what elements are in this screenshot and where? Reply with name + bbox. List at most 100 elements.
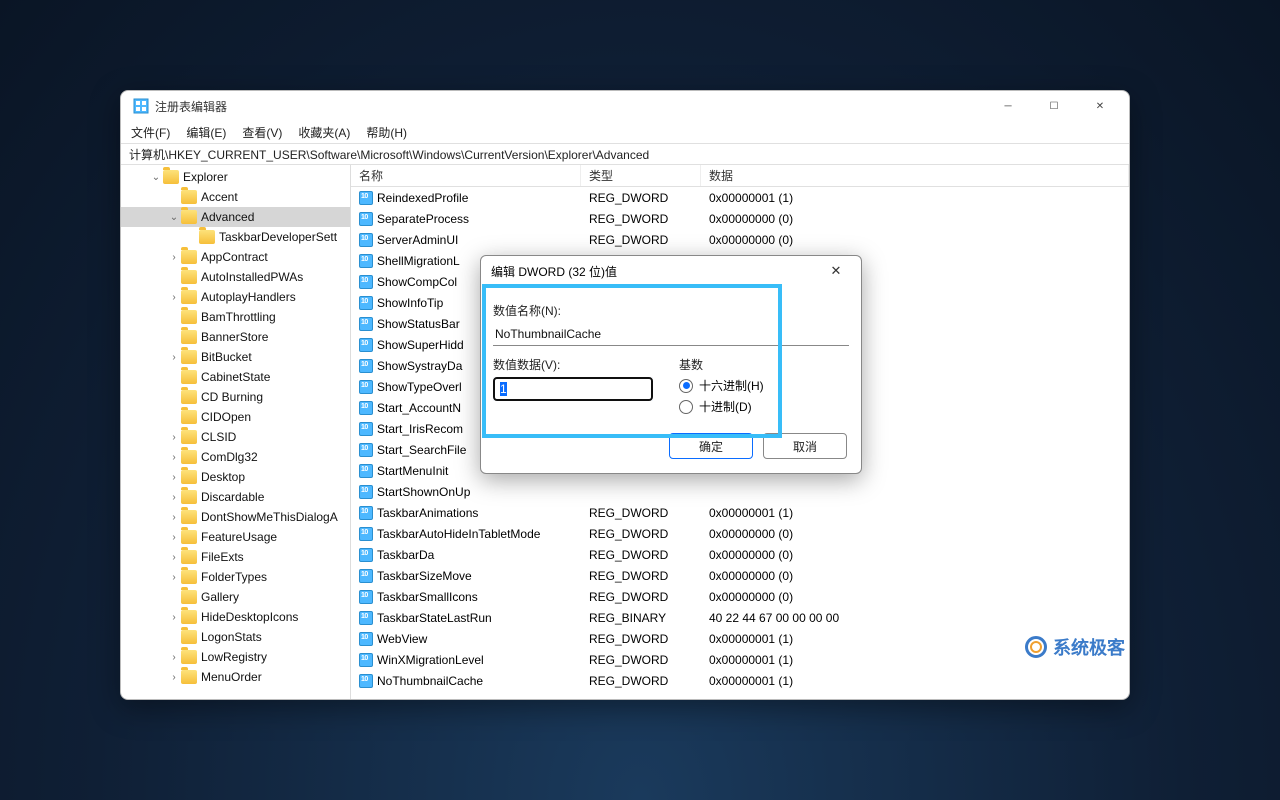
tree-item[interactable]: › LowRegistry	[121, 647, 350, 667]
chevron-icon[interactable]: ›	[167, 512, 181, 523]
value-row[interactable]: SeparateProcessREG_DWORD0x00000000 (0)	[351, 208, 1129, 229]
dialog-titlebar[interactable]: 编辑 DWORD (32 位)值 ✕	[481, 256, 861, 286]
value-name-cell: StartShownOnUp	[351, 485, 581, 499]
value-row[interactable]: ReindexedProfileREG_DWORD0x00000001 (1)	[351, 187, 1129, 208]
dword-icon	[359, 254, 373, 268]
value-row[interactable]: ServerAdminUIREG_DWORD0x00000000 (0)	[351, 229, 1129, 250]
value-row[interactable]: TaskbarAutoHideInTabletModeREG_DWORD0x00…	[351, 523, 1129, 544]
folder-icon	[181, 330, 197, 344]
dword-icon	[359, 611, 373, 625]
tree-item[interactable]: ›FileExts	[121, 547, 350, 567]
dialog-close-button[interactable]: ✕	[821, 256, 851, 286]
close-button[interactable]: ✕	[1077, 92, 1123, 120]
menu-edit[interactable]: 编辑(E)	[186, 124, 226, 141]
menu-help[interactable]: 帮助(H)	[366, 124, 407, 141]
value-row[interactable]: TaskbarDaREG_DWORD0x00000000 (0)	[351, 544, 1129, 565]
value-row[interactable]: TaskbarSmallIconsREG_DWORD0x00000000 (0)	[351, 586, 1129, 607]
value-data-field[interactable]	[493, 377, 653, 401]
tree-item[interactable]: ›AppContract	[121, 247, 350, 267]
tree-item[interactable]: ›Desktop	[121, 467, 350, 487]
chevron-icon[interactable]: ›	[167, 472, 181, 483]
chevron-icon[interactable]: ›	[167, 552, 181, 563]
tree-item[interactable]: Gallery	[121, 587, 350, 607]
tree-item[interactable]: ⌄Advanced	[121, 207, 350, 227]
tree-item-label: ComDlg32	[201, 450, 258, 464]
value-name-cell: WebView	[351, 632, 581, 646]
chevron-icon[interactable]: ›	[167, 492, 181, 503]
dword-icon	[359, 359, 373, 373]
value-row[interactable]: StartShownOnUp	[351, 481, 1129, 502]
tree-pane[interactable]: ⌄ExplorerAccent⌄AdvancedTaskbarDeveloper…	[121, 165, 351, 699]
tree-item-label: LowRegistry	[201, 650, 267, 664]
folder-icon	[181, 410, 197, 424]
chevron-icon[interactable]: ›	[167, 452, 181, 463]
tree-item[interactable]: ›BitBucket	[121, 347, 350, 367]
folder-icon	[181, 510, 197, 524]
value-row[interactable]: TaskbarStateLastRunREG_BINARY40 22 44 67…	[351, 607, 1129, 628]
tree-item[interactable]: Accent	[121, 187, 350, 207]
value-name-field[interactable]	[493, 323, 849, 346]
maximize-button[interactable]: ☐	[1031, 92, 1077, 120]
tree-item[interactable]: › ComDlg32	[121, 447, 350, 467]
chevron-icon[interactable]: ›	[167, 652, 181, 663]
tree-item[interactable]: BamThrottling	[121, 307, 350, 327]
value-row[interactable]: TaskbarSizeMoveREG_DWORD0x00000000 (0)	[351, 565, 1129, 586]
chevron-icon[interactable]: ›	[167, 432, 181, 443]
tree-item[interactable]: ›CLSID	[121, 427, 350, 447]
tree-item[interactable]: BannerStore	[121, 327, 350, 347]
chevron-icon[interactable]: ⌄	[167, 212, 181, 223]
radio-dec[interactable]: 十进制(D)	[679, 398, 764, 415]
chevron-icon[interactable]: ›	[167, 532, 181, 543]
col-name[interactable]: 名称	[351, 165, 581, 186]
value-name-cell: TaskbarStateLastRun	[351, 611, 581, 625]
chevron-icon[interactable]: ›	[167, 572, 181, 583]
cancel-button[interactable]: 取消	[763, 433, 847, 459]
chevron-icon[interactable]: ›	[167, 352, 181, 363]
chevron-icon[interactable]: ›	[167, 292, 181, 303]
tree-item-label: BamThrottling	[201, 310, 276, 324]
tree-item[interactable]: ›FolderTypes	[121, 567, 350, 587]
tree-item[interactable]: CabinetState	[121, 367, 350, 387]
app-icon	[133, 98, 149, 114]
dword-icon	[359, 233, 373, 247]
value-type-cell: REG_DWORD	[581, 674, 701, 688]
value-type-cell: REG_DWORD	[581, 191, 701, 205]
tree-item[interactable]: CIDOpen	[121, 407, 350, 427]
address-bar[interactable]: 计算机\HKEY_CURRENT_USER\Software\Microsoft…	[121, 143, 1129, 165]
menu-favorites[interactable]: 收藏夹(A)	[298, 124, 350, 141]
value-row[interactable]: TaskbarAnimationsREG_DWORD0x00000001 (1)	[351, 502, 1129, 523]
value-row[interactable]: NoThumbnailCacheREG_DWORD0x00000001 (1)	[351, 670, 1129, 691]
minimize-button[interactable]: ─	[985, 92, 1031, 120]
col-type[interactable]: 类型	[581, 165, 701, 186]
chevron-icon[interactable]: ›	[167, 612, 181, 623]
value-data-cell: 0x00000000 (0)	[701, 569, 1129, 583]
dword-icon	[359, 569, 373, 583]
tree-item[interactable]: ›MenuOrder	[121, 667, 350, 687]
ok-button[interactable]: 确定	[669, 433, 753, 459]
tree-item[interactable]: CD Burning	[121, 387, 350, 407]
titlebar[interactable]: 注册表编辑器 ─ ☐ ✕	[121, 91, 1129, 121]
value-data-cell: 0x00000001 (1)	[701, 191, 1129, 205]
tree-item[interactable]: AutoInstalledPWAs	[121, 267, 350, 287]
tree-item[interactable]: ⌄Explorer	[121, 167, 350, 187]
tree-item[interactable]: › AutoplayHandlers	[121, 287, 350, 307]
tree-item[interactable]: ›DontShowMeThisDialogA	[121, 507, 350, 527]
value-row[interactable]: WinXMigrationLevelREG_DWORD0x00000001 (1…	[351, 649, 1129, 670]
tree-item[interactable]: ›HideDesktopIcons	[121, 607, 350, 627]
tree-item[interactable]: TaskbarDeveloperSett	[121, 227, 350, 247]
folder-icon	[181, 370, 197, 384]
radio-hex[interactable]: 十六进制(H)	[679, 377, 764, 394]
chevron-icon[interactable]: ⌄	[149, 172, 163, 183]
tree-item[interactable]: LogonStats	[121, 627, 350, 647]
tree-item[interactable]: ›FeatureUsage	[121, 527, 350, 547]
value-row[interactable]: WebViewREG_DWORD0x00000001 (1)	[351, 628, 1129, 649]
chevron-icon[interactable]: ›	[167, 672, 181, 683]
col-data[interactable]: 数据	[701, 165, 1129, 186]
tree-item[interactable]: ›Discardable	[121, 487, 350, 507]
chevron-icon[interactable]: ›	[167, 252, 181, 263]
tree-item-label: AutoplayHandlers	[201, 290, 296, 304]
list-header[interactable]: 名称 类型 数据	[351, 165, 1129, 187]
menu-file[interactable]: 文件(F)	[131, 124, 170, 141]
menu-view[interactable]: 查看(V)	[242, 124, 282, 141]
dword-icon	[359, 317, 373, 331]
